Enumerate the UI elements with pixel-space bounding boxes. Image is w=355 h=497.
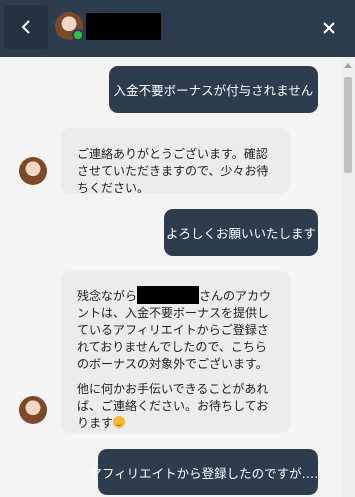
message-text: アフィリエイトから登録したのですが…… [89,465,327,481]
user-message-1: 入金不要ボーナスが付与されません [109,66,318,113]
username-redacted [137,286,200,304]
smile-emoji-icon [113,416,126,428]
online-status-indicator [72,29,84,41]
agent-message-1: ご連絡ありがとうございます。確認させていただきますので、少々お待ちください。 [61,128,290,195]
back-button[interactable] [4,5,48,49]
message-paragraph-2: 他に何かお手伝いできることがあれば、ご連絡ください。お待ちしております [77,381,276,432]
user-message-2: よろしくお願いいたします [164,209,318,256]
agent-name-redacted [86,13,161,40]
message-text: よろしくお願いいたします [165,226,316,241]
agent-avatar [19,157,47,185]
scrollbar[interactable] [341,57,355,497]
message-paragraph-1: 残念ながら さんのアカウントは、入金不要ボーナスを提供しているアフィリエイトからご… [77,286,276,373]
agent-avatar-header [55,12,84,41]
message-text: 他に何かお手伝いできることがあれば、ご連絡ください。お待ちしております [77,382,269,430]
message-text: 残念ながら [77,289,138,303]
chat-header [0,0,355,57]
scrollbar-thumb[interactable] [344,77,352,173]
close-button[interactable] [311,10,347,46]
message-text: ご連絡ありがとうございます。確認させていただきますので、少々お待ちください。 [77,147,269,195]
scroll-up-arrow-icon[interactable] [344,63,352,68]
agent-avatar [19,396,47,424]
message-text: 入金不要ボーナスが付与されません [113,83,314,98]
agent-message-2: 残念ながら さんのアカウントは、入金不要ボーナスを提供しているアフィリエイトからご… [61,271,290,433]
chevron-left-icon [21,20,30,34]
close-icon [323,22,335,34]
user-message-3: アフィリエイトから登録したのですが…… [89,449,327,495]
